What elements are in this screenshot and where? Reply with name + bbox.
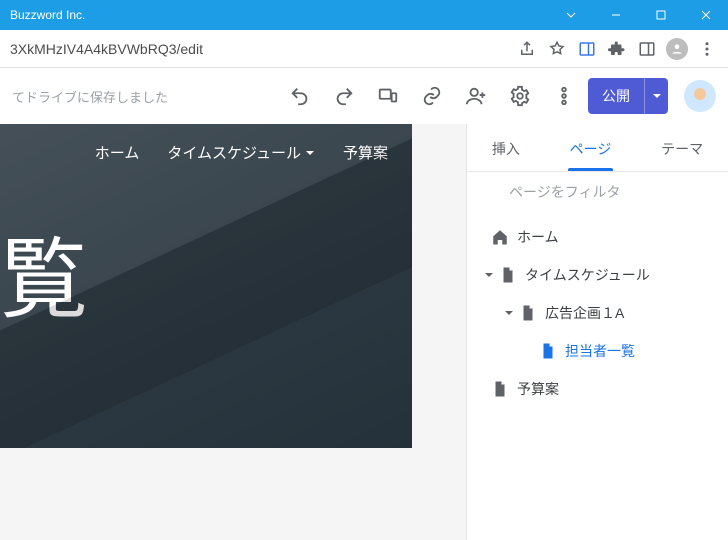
page-icon	[497, 266, 519, 284]
publish-button[interactable]: 公開	[588, 78, 644, 114]
close-window-button[interactable]	[683, 0, 728, 30]
side-panel: 挿入 ページ テーマ ページをフィルタ ホーム タイムスケジュール 広告企画１A	[466, 124, 728, 540]
tree-node-schedule[interactable]: タイムスケジュール	[475, 256, 720, 294]
tab-pages[interactable]: ページ	[564, 139, 618, 171]
dropdown-window-button[interactable]	[548, 0, 593, 30]
sidepanel-icon[interactable]	[632, 34, 662, 64]
tab-theme[interactable]: テーマ	[655, 139, 709, 171]
maximize-window-button[interactable]	[638, 0, 683, 30]
nav-schedule-label: タイムスケジュール	[167, 142, 301, 163]
caret-down-icon[interactable]	[501, 308, 517, 318]
page-hero-title: 覧	[0, 234, 90, 326]
tree-node-home[interactable]: ホーム	[475, 218, 720, 256]
tree-node-ad-plan[interactable]: 広告企画１A	[475, 294, 720, 332]
tree-node-budget[interactable]: 予算案	[475, 370, 720, 408]
page-icon	[537, 342, 559, 360]
sidepanel-toggle-icon[interactable]	[572, 34, 602, 64]
sidepanel-tabs: 挿入 ページ テーマ	[467, 124, 728, 172]
url-text[interactable]: 3XkMHzIV4A4kBVWbRQ3/edit	[6, 41, 512, 57]
profile-avatar-small[interactable]	[662, 34, 692, 64]
tree-label: 予算案	[517, 379, 559, 399]
caret-down-icon[interactable]	[481, 270, 497, 280]
tree-label: 広告企画１A	[545, 303, 624, 323]
nav-budget[interactable]: 予算案	[343, 142, 388, 163]
tree-label: 担当者一覧	[565, 341, 635, 361]
filter-icon	[481, 183, 499, 201]
redo-button[interactable]	[324, 76, 364, 116]
site-canvas[interactable]: ホーム タイムスケジュール 予算案 覧	[0, 124, 466, 540]
nav-home[interactable]: ホーム	[95, 142, 140, 163]
browser-address-bar: 3XkMHzIV4A4kBVWbRQ3/edit	[0, 30, 728, 68]
tree-label: タイムスケジュール	[525, 265, 650, 285]
minimize-window-button[interactable]	[593, 0, 638, 30]
browser-menu-icon[interactable]	[692, 34, 722, 64]
tree-node-assignees[interactable]: 担当者一覧	[475, 332, 720, 370]
share-icon[interactable]	[512, 34, 542, 64]
add-collaborator-button[interactable]	[456, 76, 496, 116]
user-avatar[interactable]	[684, 80, 716, 112]
undo-button[interactable]	[280, 76, 320, 116]
site-nav: ホーム タイムスケジュール 予算案	[0, 142, 412, 163]
extensions-icon[interactable]	[602, 34, 632, 64]
preview-devices-button[interactable]	[368, 76, 408, 116]
window-title: Buzzword Inc.	[10, 8, 85, 22]
insert-link-button[interactable]	[412, 76, 452, 116]
window-titlebar: Buzzword Inc.	[0, 0, 728, 30]
tree-label: ホーム	[517, 227, 559, 247]
page-icon	[489, 380, 511, 398]
home-icon	[489, 228, 511, 246]
tab-insert[interactable]: 挿入	[486, 139, 526, 171]
filter-placeholder: ページをフィルタ	[509, 182, 620, 202]
filter-pages-row[interactable]: ページをフィルタ	[467, 172, 728, 212]
pages-tree: ホーム タイムスケジュール 広告企画１A 担当者一覧 予算案	[467, 212, 728, 414]
nav-schedule[interactable]: タイムスケジュール	[167, 142, 315, 163]
page-icon	[517, 304, 539, 322]
more-menu-button[interactable]	[544, 76, 584, 116]
bookmark-star-icon[interactable]	[542, 34, 572, 64]
publish-dropdown-button[interactable]	[644, 78, 668, 114]
page-preview[interactable]: ホーム タイムスケジュール 予算案 覧	[0, 124, 412, 448]
chevron-down-icon	[305, 148, 315, 158]
settings-gear-button[interactable]	[500, 76, 540, 116]
save-status-text: てドライブに保存しました	[12, 87, 168, 106]
app-toolbar: てドライブに保存しました 公開	[0, 68, 728, 124]
